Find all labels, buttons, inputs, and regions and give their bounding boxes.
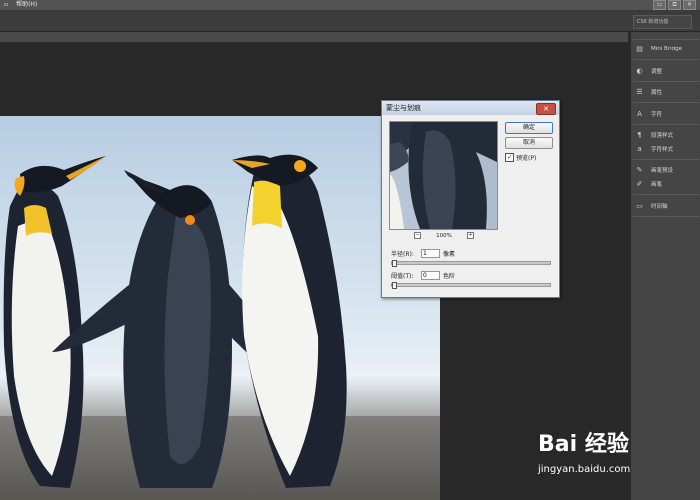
panel-label: 字符样式 bbox=[651, 147, 674, 153]
panel-separator bbox=[633, 194, 699, 195]
preview-checkbox-label: 预览(P) bbox=[516, 155, 537, 162]
character-styles-icon: a bbox=[637, 144, 642, 153]
panel-item-character[interactable]: A 字符 bbox=[635, 108, 662, 120]
panel-label: 段落样式 bbox=[651, 133, 674, 139]
radius-row: 半径(R): 1 像素 bbox=[391, 249, 455, 258]
baidu-jingyan-watermark: Bai 经验 jingyan.baidu.com bbox=[538, 426, 698, 486]
zoom-level: 100% bbox=[436, 232, 452, 239]
threshold-row: 阈值(T): 0 色阶 bbox=[391, 271, 455, 280]
zoom-in-button[interactable]: + bbox=[466, 232, 474, 239]
zoom-controls: − 100% + bbox=[414, 232, 474, 239]
character-icon: A bbox=[637, 109, 642, 118]
panel-label: 时间轴 bbox=[651, 204, 668, 210]
cancel-button[interactable]: 取消 bbox=[505, 137, 553, 149]
options-bar: CS6 新增功能 bbox=[0, 11, 700, 32]
panel-separator bbox=[633, 124, 699, 125]
radius-input[interactable]: 1 bbox=[421, 249, 440, 258]
restore-button[interactable]: ⧉ bbox=[668, 0, 681, 10]
filter-preview[interactable] bbox=[389, 121, 498, 230]
panel-separator bbox=[633, 159, 699, 160]
panel-item-timeline[interactable]: ▭ 时间轴 bbox=[635, 200, 668, 212]
radius-label: 半径(R): bbox=[391, 251, 414, 258]
panel-separator bbox=[633, 39, 699, 40]
threshold-input[interactable]: 0 bbox=[421, 271, 440, 280]
panel-label: 属性 bbox=[651, 90, 663, 96]
timeline-icon: ▭ bbox=[636, 201, 643, 210]
dialog-title-bar[interactable]: 蒙尘与划痕 ✕ bbox=[382, 101, 559, 115]
dust-and-scratches-dialog: 蒙尘与划痕 ✕ 确定 取消 ✓ 预览(P) − 100% + 半径(R): 1 … bbox=[381, 100, 560, 298]
panel-item-properties[interactable]: ☰ 属性 bbox=[635, 86, 662, 98]
dialog-title: 蒙尘与划痕 bbox=[386, 104, 421, 112]
radius-slider[interactable] bbox=[391, 260, 551, 267]
panel-label: 调整 bbox=[651, 69, 663, 75]
preview-checkbox-row[interactable]: ✓ 预览(P) bbox=[505, 153, 536, 162]
document-tab-bar bbox=[0, 32, 628, 42]
menu-item-window[interactable]: ▫ bbox=[0, 0, 12, 10]
radius-unit: 像素 bbox=[443, 251, 456, 258]
penguin-photo bbox=[0, 116, 440, 500]
panel-label: 字符 bbox=[651, 112, 663, 118]
menu-bar: ▫ 帮助(H) ▭ ⧉ ✕ bbox=[0, 0, 700, 11]
menu-item-help[interactable]: 帮助(H) bbox=[12, 0, 41, 10]
watermark-logo: Bai 经验 bbox=[538, 432, 629, 457]
radius-slider-thumb[interactable] bbox=[392, 260, 397, 267]
close-app-button[interactable]: ✕ bbox=[683, 0, 696, 10]
preview-checkbox[interactable]: ✓ bbox=[505, 153, 514, 162]
threshold-label: 阈值(T): bbox=[391, 273, 414, 280]
panel-label: Mini Bridge bbox=[651, 46, 682, 52]
brush-icon: ✐ bbox=[636, 179, 643, 188]
dialog-close-button[interactable]: ✕ bbox=[536, 103, 556, 115]
mini-bridge-icon: ▤ bbox=[636, 44, 643, 53]
watermark-url: jingyan.baidu.com bbox=[538, 464, 631, 475]
workspace-selector[interactable]: CS6 新增功能 bbox=[633, 15, 692, 29]
panel-item-paragraph-styles[interactable]: ¶ 段落样式 bbox=[635, 129, 673, 141]
panel-separator bbox=[633, 81, 699, 82]
panel-separator bbox=[633, 102, 699, 103]
panel-label: 画笔 bbox=[651, 182, 663, 188]
panel-item-adjustments[interactable]: ◐ 调整 bbox=[635, 65, 662, 77]
minimize-button[interactable]: ▭ bbox=[653, 0, 666, 10]
panel-label: 画笔预设 bbox=[651, 168, 674, 174]
window-controls: ▭ ⧉ ✕ bbox=[653, 0, 696, 10]
zoom-out-button[interactable]: − bbox=[414, 232, 421, 239]
threshold-slider-thumb[interactable] bbox=[392, 282, 397, 289]
panel-item-brush[interactable]: ✐ 画笔 bbox=[635, 178, 662, 190]
brush-presets-icon: ✎ bbox=[636, 165, 643, 174]
panel-item-mini-bridge[interactable]: ▤ Mini Bridge bbox=[635, 43, 682, 55]
panel-separator bbox=[633, 216, 699, 217]
adjustments-icon: ◐ bbox=[636, 66, 643, 75]
ok-button[interactable]: 确定 bbox=[505, 122, 553, 134]
threshold-unit: 色阶 bbox=[443, 273, 456, 280]
panel-item-character-styles[interactable]: a 字符样式 bbox=[635, 143, 673, 155]
paragraph-styles-icon: ¶ bbox=[637, 130, 642, 139]
panel-separator bbox=[633, 59, 699, 60]
panel-item-brush-presets[interactable]: ✎ 画笔预设 bbox=[635, 164, 673, 176]
threshold-slider[interactable] bbox=[391, 282, 551, 289]
properties-icon: ☰ bbox=[636, 87, 643, 96]
